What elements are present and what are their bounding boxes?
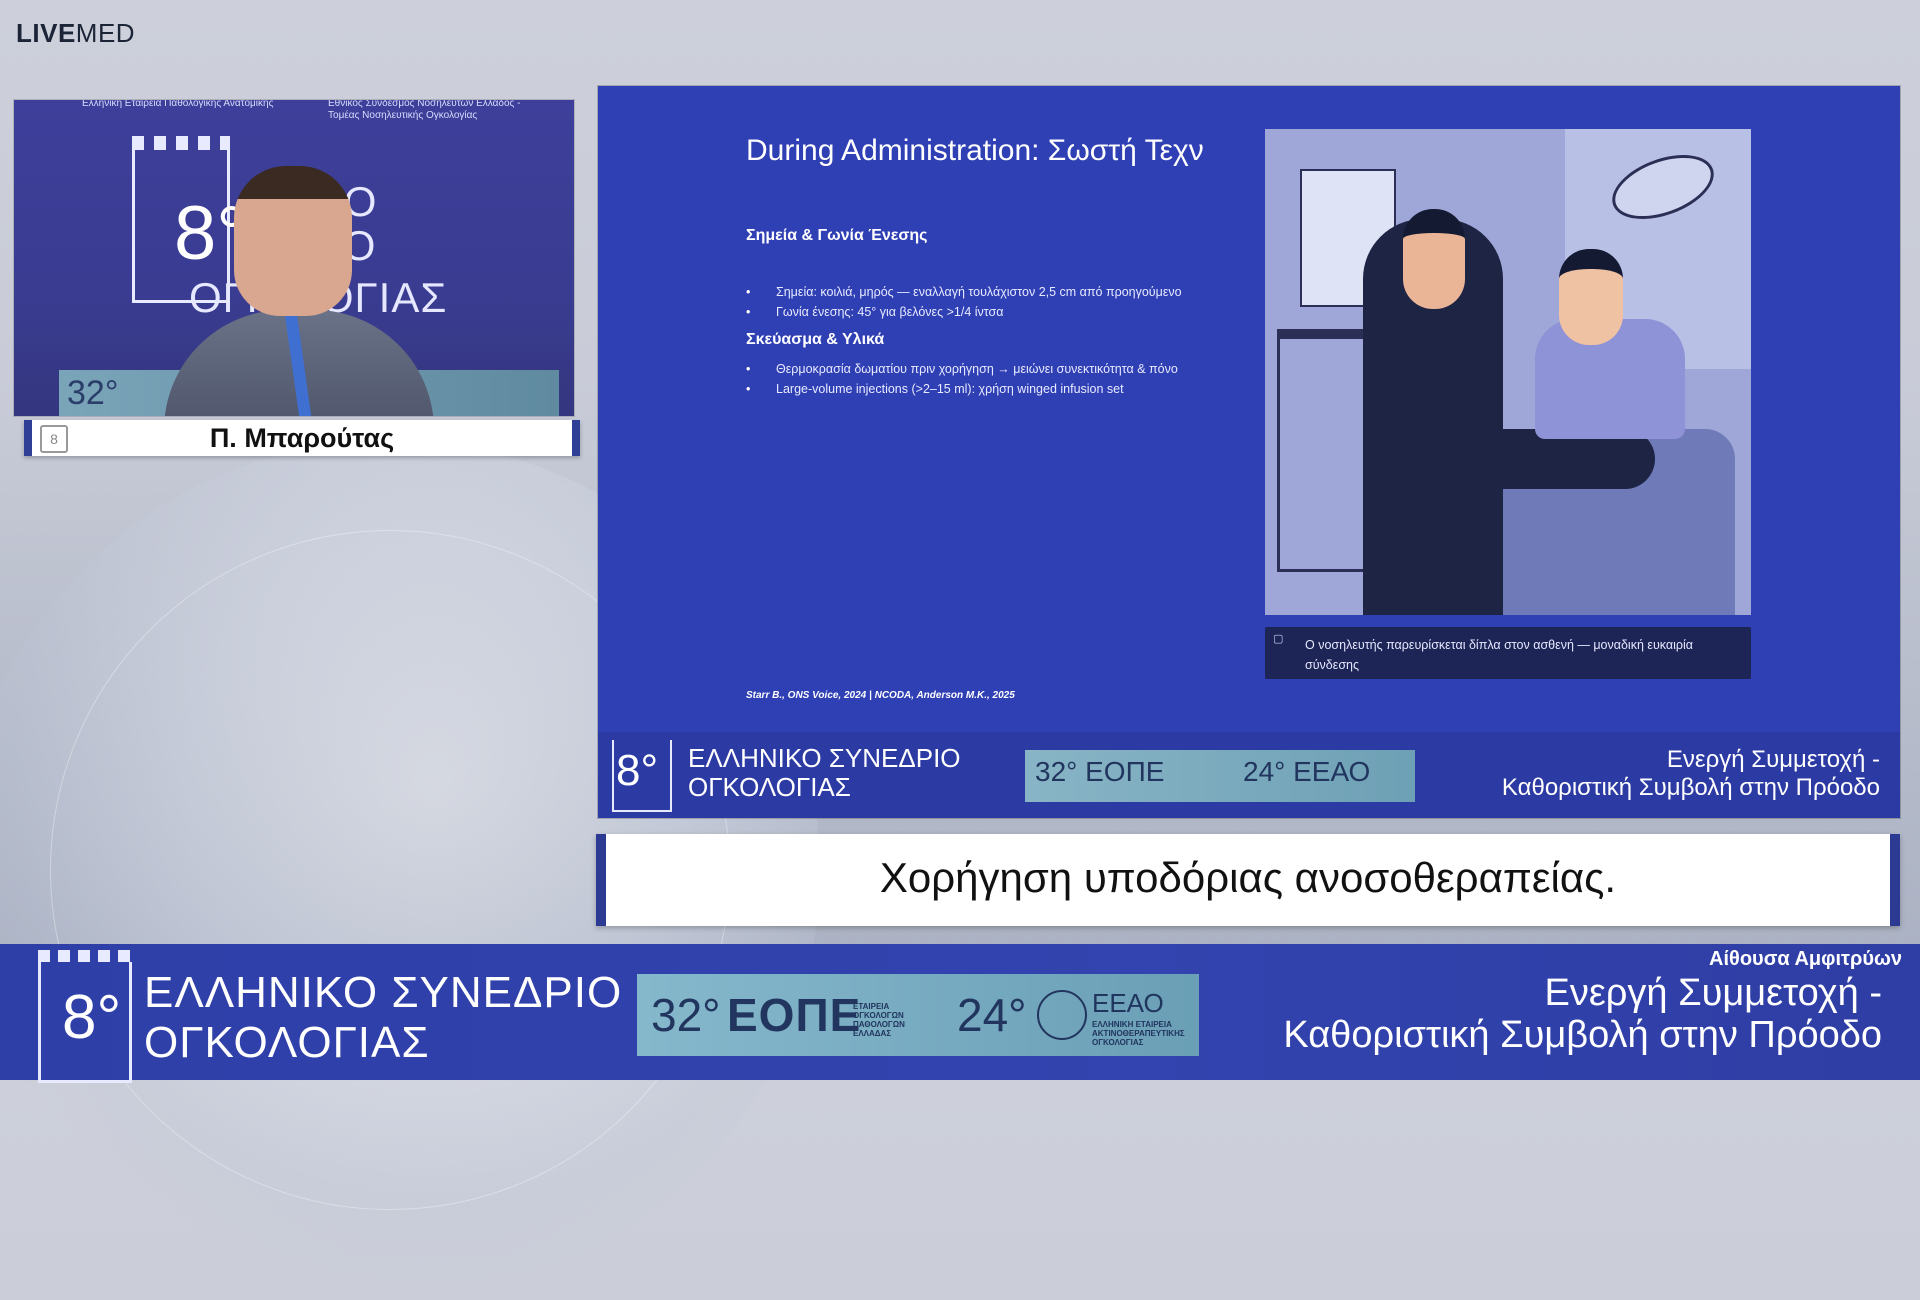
nurse-figure	[1363, 209, 1503, 615]
presentation-slide: During Administration: Σωστή Τεχν Σημεία…	[598, 86, 1900, 818]
speaker-nameplate: 8 Π. Μπαρούτας	[24, 420, 580, 456]
livemed-logo: LIVEMED	[16, 18, 136, 48]
slide-section-materials: Σκεύασμα & Υλικά	[746, 331, 885, 348]
camera-banner-text-left: Ελληνική Εταιρεία Παθολογικής Ανατομικής	[82, 100, 274, 109]
slide-title: During Administration: Σωστή Τεχν	[746, 134, 1204, 167]
slide-bullets-injection: Σημεία: κοιλιά, μηρός — εναλλαγή τουλάχι…	[746, 282, 1182, 322]
comment-icon: ▢	[1273, 633, 1284, 645]
speaker-name: Π. Μπαρούτας	[209, 423, 395, 453]
slide-band-societies: 32° ΕΟΠΕ 24° ΕΕΑΟ	[1025, 750, 1415, 802]
illustration-caption: ▢ Ο νοσηλευτής παρευρίσκεται δίπλα στον …	[1265, 627, 1751, 679]
slide-band-motto: Ενεργή Συμμετοχή - Καθοριστική Συμβολή στ…	[1501, 746, 1880, 801]
nurse-injection-illustration	[1265, 129, 1751, 615]
room-label: Αίθουσα Αμφιτρύων	[1709, 948, 1902, 970]
banner-eight: 8°	[62, 983, 122, 1052]
speaker-head	[234, 166, 352, 316]
subtitle-text: Χορήγηση υποδόριας ανοσοθεραπείας.	[879, 854, 1617, 901]
slide-citation: Starr B., ONS Voice, 2024 | NCODA, Ander…	[746, 690, 1015, 701]
slide-section-injection: Σημεία & Γωνία Ένεσης	[746, 227, 928, 244]
camera-banner-text-right: Εθνικός Σύνδεσμος Νοσηλευτών Ελλάδος - Τ…	[328, 100, 521, 121]
slide-bullets-materials: Θερμοκρασία δωματίου πριν χορήγηση → μει…	[746, 359, 1178, 399]
bullet-item: Σημεία: κοιλιά, μηρός — εναλλαγή τουλάχι…	[746, 282, 1182, 302]
bullet-item: Θερμοκρασία δωματίου πριν χορήγηση → μει…	[746, 359, 1178, 379]
slide-band-conference-name: ΕΛΛΗΝΙΚΟ ΣΥΝΕΔΡΙΟ ΟΓΚΟΛΟΓΙΑΣ	[688, 743, 961, 802]
banner-motto: Ενεργή Συμμετοχή - Καθοριστική Συμβολή στ…	[1283, 972, 1882, 1056]
slide-band-eight: 8°	[616, 746, 659, 795]
banner-societies-logos: 32° ΕΟΠΕ ΕΤΑΙΡΕΙΑ ΟΓΚΟΛΟΓΩΝ ΠΑΘΟΛΟΓΩΝ ΕΛ…	[637, 974, 1199, 1056]
speaker-video: Ελληνική Εταιρεία Παθολογικής Ανατομικής…	[14, 100, 574, 416]
banner-conference-name: ΕΛΛΗΝΙΚΟ ΣΥΝΕΔΡΙΟ ΟΓΚΟΛΟΓΙΑΣ	[144, 968, 623, 1067]
bullet-item: Large-volume injections (>2–15 ml): χρήσ…	[746, 379, 1178, 399]
medical-cart	[1277, 329, 1375, 572]
eeao-emblem-icon	[1037, 990, 1087, 1040]
speaker-person	[164, 160, 444, 416]
subtitle-bar: Χορήγηση υποδόριας ανοσοθεραπείας.	[596, 834, 1900, 926]
slide-footer-band: 8° ΕΛΛΗΝΙΚΟ ΣΥΝΕΔΡΙΟ ΟΓΚΟΛΟΓΙΑΣ 32° ΕΟΠΕ …	[598, 732, 1900, 818]
bullet-item: Γωνία ένεσης: 45° για βελόνες >1/4 ίντσα	[746, 302, 1182, 322]
conference-banner: 8° ΕΛΛΗΝΙΚΟ ΣΥΝΕΔΡΙΟ ΟΓΚΟΛΟΓΙΑΣ 32° ΕΟΠΕ …	[0, 944, 1920, 1083]
patient-figure	[1455, 249, 1695, 549]
